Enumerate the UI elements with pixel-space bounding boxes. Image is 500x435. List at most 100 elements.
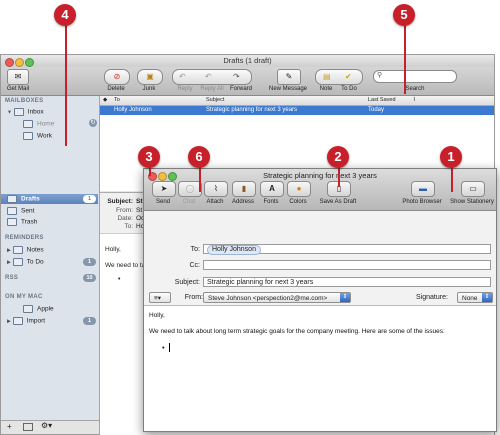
send-button[interactable]: ➤ — [152, 181, 176, 197]
from-select[interactable]: Steve Johnson <perspection2@me.com> ⇕ — [203, 292, 351, 303]
callout-4-line — [65, 24, 67, 146]
column-header-last-saved[interactable]: Last Saved — [368, 97, 396, 103]
rss-count-badge: 10 — [83, 274, 96, 282]
folder-icon — [23, 132, 33, 140]
sidebar-item-import[interactable]: ▶ Import — [7, 317, 45, 325]
sidebar-item-inbox[interactable]: ▼ Inbox — [7, 108, 44, 116]
compose-title: Strategic planning for next 3 years — [263, 171, 377, 180]
compose-window: Strategic planning for next 3 years ➤ Se… — [143, 168, 497, 432]
show-stationery-label: Show Stationery — [450, 199, 494, 205]
reply-button[interactable]: ↶ ↶ ↷ — [172, 69, 252, 85]
unread-column-icon[interactable]: ◆ — [103, 97, 107, 103]
colors-label: Colors — [289, 199, 307, 205]
sidebar-item-trash[interactable]: Trash — [7, 218, 37, 226]
sidebar-item-home[interactable]: Home — [23, 120, 54, 128]
sidebar-item-to-do[interactable]: ▶ To Do — [7, 258, 44, 266]
send-icon: ➤ — [160, 184, 168, 193]
reply-all-icon: ↶ — [205, 72, 212, 81]
note-todo-button[interactable]: ▤ ✔ — [315, 69, 363, 85]
todo-icon — [12, 258, 23, 266]
to-field[interactable]: Holly Johnson — [203, 244, 491, 255]
add-mailbox-button[interactable]: + — [7, 422, 12, 431]
sidebar-item-label: To Do — [26, 258, 44, 266]
window-title: Drafts (1 draft) — [223, 56, 272, 65]
recipient-token[interactable]: Holly Johnson — [207, 245, 261, 255]
sidebar-item-apple[interactable]: Apple — [23, 305, 54, 313]
junk-button[interactable]: ▣ — [137, 69, 163, 85]
sent-icon — [7, 207, 17, 215]
sidebar-item-label: Drafts — [21, 195, 40, 203]
to-label: To: — [190, 246, 200, 253]
search-field[interactable]: ⚲ — [373, 70, 457, 83]
preview-to-label: To: — [124, 223, 133, 230]
folder-icon — [23, 120, 33, 128]
main-titlebar: Drafts (1 draft) — [1, 55, 494, 67]
callout-4: 4 — [54, 4, 76, 26]
color-wheel-icon: ● — [296, 184, 302, 193]
sidebar-header-rss: RSS — [5, 275, 19, 281]
photo-browser-label: Photo Browser — [402, 199, 442, 205]
text-cursor — [169, 343, 170, 352]
reply-label: Reply — [177, 86, 193, 92]
fonts-icon: A — [269, 184, 275, 193]
callout-1: 1 — [440, 146, 462, 168]
sidebar-item-notes[interactable]: ▶ Notes — [7, 246, 44, 254]
sidebar-item-label: Apple — [37, 305, 54, 313]
paperclip-icon: ⌇ — [214, 184, 218, 193]
callout-2: 2 — [327, 146, 349, 168]
main-toolbar: ✉ Get Mail ⊘ Delete ▣ Junk ↶ ↶ ↷ Reply R… — [1, 67, 494, 96]
get-mail-button[interactable]: ✉ — [7, 69, 29, 85]
preview-from-value: St — [136, 207, 143, 214]
select-arrows-icon: ⇕ — [340, 293, 350, 302]
show-photo-button[interactable] — [23, 423, 33, 431]
address-button[interactable]: ▮ — [232, 181, 256, 197]
show-stationery-button[interactable]: ▭ — [461, 181, 485, 197]
attachment-column-icon[interactable]: ⌇ — [413, 97, 416, 103]
photo-browser-button[interactable]: ▬ — [411, 181, 435, 197]
preview-bullet: • — [118, 276, 121, 283]
column-header-subject[interactable]: Subject — [206, 97, 224, 103]
subject-field[interactable]: Strategic planning for next 3 years — [203, 277, 491, 287]
inbox-icon — [13, 108, 24, 116]
from-value: Steve Johnson <perspection2@me.com> — [208, 295, 328, 302]
sidebar-item-label: Inbox — [27, 108, 44, 116]
message-row[interactable]: Holly Johnson Strategic planning for nex… — [100, 106, 494, 115]
message-list-header: ◆ To Subject Last Saved ⌇ — [100, 96, 494, 106]
callout-6: 6 — [188, 146, 210, 168]
callout-2-line — [338, 165, 340, 187]
callout-5-line — [404, 24, 406, 94]
sync-icon: ↻ — [89, 119, 97, 127]
sidebar-item-sent[interactable]: Sent — [7, 207, 34, 215]
cc-field[interactable] — [203, 260, 491, 270]
signature-label: Signature: — [416, 294, 448, 301]
callout-6-line — [199, 165, 201, 192]
signature-select[interactable]: None ⇕ — [457, 292, 493, 303]
address-label: Address — [231, 199, 254, 205]
import-count-badge: 1 — [83, 317, 96, 325]
delete-button[interactable]: ⊘ — [104, 69, 130, 85]
body-bullet: • — [162, 343, 165, 352]
new-message-button[interactable]: ✎ — [277, 69, 301, 85]
to-do-label: To Do — [341, 86, 357, 92]
message-body[interactable]: Holly, We need to talk about long term s… — [144, 306, 496, 431]
attach-button[interactable]: ⌇ — [204, 181, 228, 197]
sidebar-item-work[interactable]: Work — [23, 132, 52, 140]
row-to: Holly Johnson — [114, 107, 152, 113]
sidebar-item-drafts[interactable]: Drafts — [7, 195, 40, 203]
todo-icon: ✔ — [345, 72, 352, 81]
delete-icon: ⊘ — [113, 72, 121, 81]
fonts-button[interactable]: A — [260, 181, 284, 197]
trash-icon — [7, 218, 17, 226]
row-subject: Strategic planning for next 3 years — [206, 107, 298, 113]
column-header-to[interactable]: To — [114, 97, 120, 103]
get-mail-label: Get Mail — [6, 86, 30, 92]
folder-icon — [12, 317, 23, 325]
gear-icon[interactable]: ⚙▾ — [41, 421, 52, 430]
sidebar-item-label: Trash — [21, 218, 38, 226]
stationery-icon: ▭ — [469, 184, 477, 193]
chat-icon: ◯ — [185, 184, 195, 193]
sidebar-item-label: Home — [37, 120, 55, 128]
preview-subject-label: Subject: — [107, 198, 133, 205]
body-paragraph: We need to talk about long term strategi… — [149, 328, 445, 335]
colors-button[interactable]: ● — [287, 181, 311, 197]
